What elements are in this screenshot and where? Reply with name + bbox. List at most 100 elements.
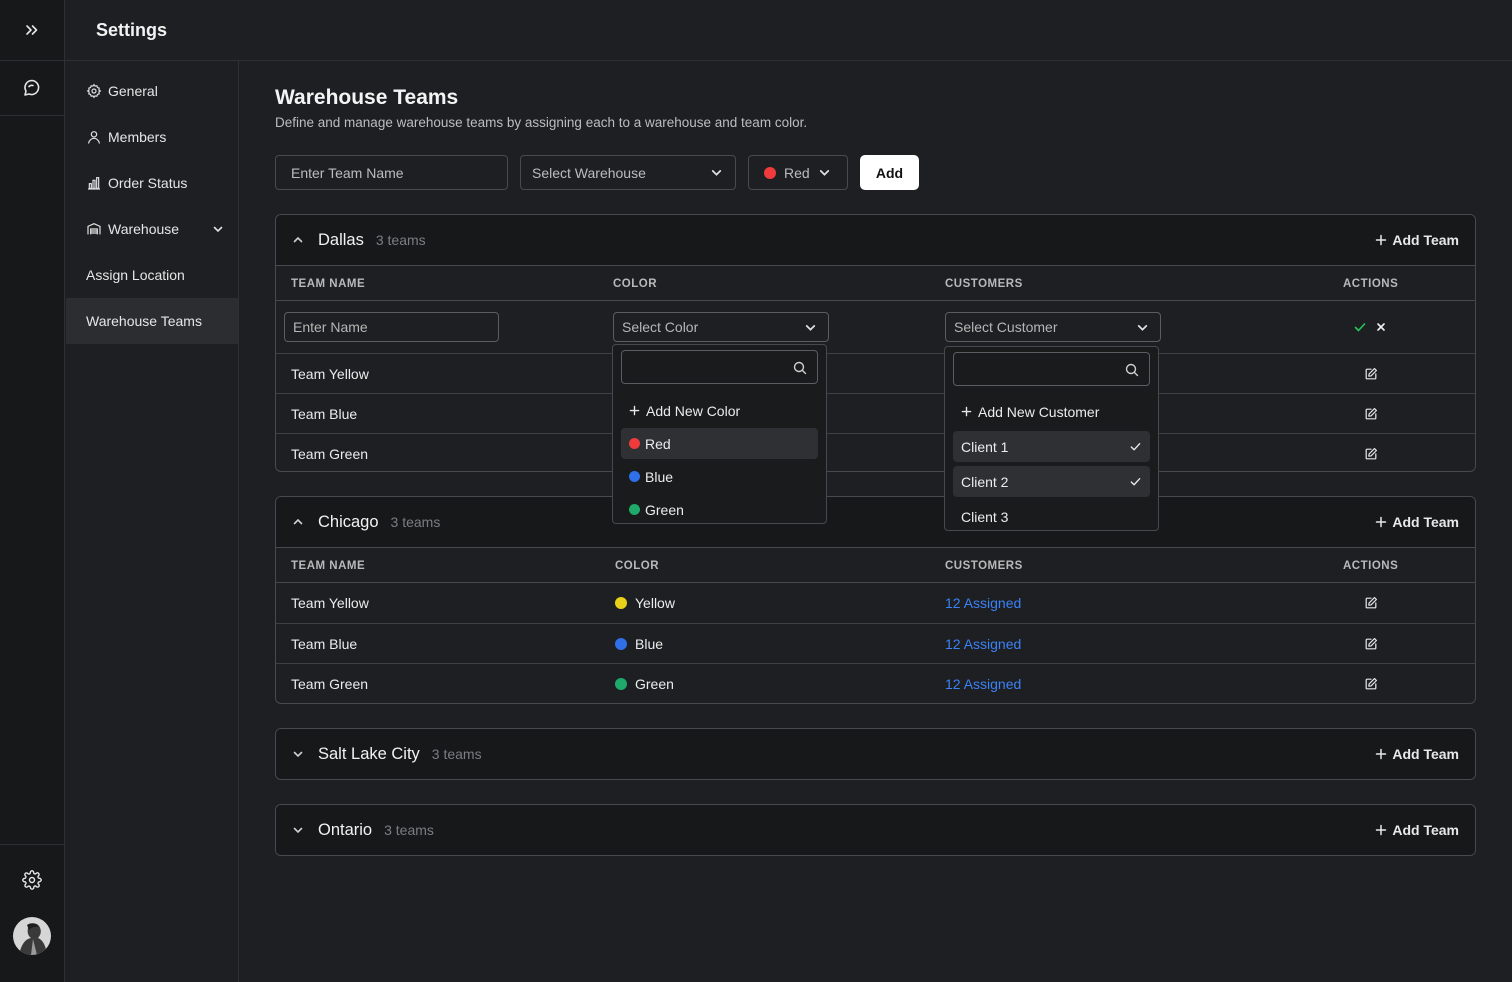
chevron-down-icon xyxy=(293,751,303,758)
yellow-dot-icon xyxy=(615,597,627,609)
color-select[interactable]: Red xyxy=(748,155,848,190)
section-name: Dallas xyxy=(318,230,364,249)
edit-button[interactable] xyxy=(1364,624,1378,664)
settings-sidebar: General Members Order Status Warehouse A… xyxy=(65,61,239,982)
color-cell: Yellow xyxy=(615,583,675,623)
table-header: TEAM NAME COLOR CUSTOMERS ACTIONS xyxy=(276,547,1475,583)
plus-icon xyxy=(1376,516,1387,528)
sidebar-item-warehouse-teams[interactable]: Warehouse Teams xyxy=(66,298,238,344)
edit-button[interactable] xyxy=(1364,583,1378,623)
color-option-label: Blue xyxy=(645,468,674,485)
customer-search-input[interactable] xyxy=(953,352,1150,386)
edit-button[interactable] xyxy=(1364,664,1378,703)
sidebar-item-members[interactable]: Members xyxy=(66,114,238,160)
sidebar-item-label: Order Status xyxy=(108,175,188,191)
section-name: Chicago xyxy=(318,512,379,531)
sidebar-item-general[interactable]: General xyxy=(66,68,238,114)
section-header[interactable]: Salt Lake City 3 teams Add Team xyxy=(276,729,1475,779)
sidebar-item-order-status[interactable]: Order Status xyxy=(66,160,238,206)
new-team-color-select[interactable]: Select Color xyxy=(613,312,829,342)
team-name-cell: Team Blue xyxy=(291,406,358,422)
customer-dropdown: Add New Customer Client 1 Client 2 Clien… xyxy=(944,346,1159,531)
chevron-down-icon xyxy=(1137,324,1148,331)
customer-option-label: Client 3 xyxy=(961,508,1009,525)
user-icon xyxy=(88,131,100,144)
customer-option-client-1[interactable]: Client 1 xyxy=(953,431,1150,462)
gear-icon xyxy=(86,83,102,99)
plus-icon xyxy=(629,405,640,416)
check-icon xyxy=(1354,323,1366,332)
color-label: Green xyxy=(635,676,674,692)
color-search-input[interactable] xyxy=(621,350,818,384)
col-customers: CUSTOMERS xyxy=(945,278,1023,290)
color-label: Yellow xyxy=(635,595,675,611)
green-dot-icon xyxy=(615,678,627,690)
edit-button[interactable] xyxy=(1364,394,1378,434)
color-option-green[interactable]: Green xyxy=(621,494,818,525)
add-team-label: Add Team xyxy=(1392,746,1459,762)
add-team-button[interactable]: Add Team xyxy=(1375,497,1459,547)
section-header[interactable]: Dallas 3 teams Add Team xyxy=(276,215,1475,265)
rail-divider xyxy=(0,844,64,845)
sidebar-item-label: General xyxy=(108,83,158,99)
new-team-name-input[interactable]: Enter Name xyxy=(284,312,499,342)
edit-button[interactable] xyxy=(1364,434,1378,471)
user-avatar-button[interactable] xyxy=(0,916,64,956)
cancel-button[interactable] xyxy=(1375,307,1387,347)
app-title: Settings xyxy=(96,19,168,40)
edit-icon xyxy=(1365,367,1378,380)
plus-icon xyxy=(961,406,972,417)
section-header[interactable]: Chicago 3 teams Add Team xyxy=(276,497,1475,547)
customers-link[interactable]: 12 Assigned xyxy=(945,624,1021,664)
plus-icon xyxy=(1376,234,1387,246)
sidebar-item-label: Warehouse xyxy=(108,221,180,237)
table-row: Team Yellow xyxy=(276,353,1475,393)
team-name-cell: Team Green xyxy=(291,676,369,692)
check-icon xyxy=(1130,443,1141,451)
customer-option-client-3[interactable]: Client 3 xyxy=(953,501,1150,532)
chat-button[interactable] xyxy=(0,61,64,116)
team-name-input[interactable]: Enter Team Name xyxy=(275,155,508,190)
add-team-button[interactable]: Add Team xyxy=(1375,729,1459,779)
section-count: 3 teams xyxy=(431,746,482,762)
plus-icon xyxy=(1376,824,1387,836)
sidebar-item-warehouse[interactable]: Warehouse xyxy=(66,206,238,252)
color-option-blue[interactable]: Blue xyxy=(621,461,818,492)
section-header[interactable]: Ontario 3 teams Add Team xyxy=(276,805,1475,855)
section-count: 3 teams xyxy=(390,514,441,530)
add-new-customer-option[interactable]: Add New Customer xyxy=(953,396,1150,427)
add-team-label: Add Team xyxy=(1392,514,1459,530)
warehouse-select[interactable]: Select Warehouse xyxy=(520,155,736,190)
red-dot-icon xyxy=(764,166,776,179)
edit-icon xyxy=(1365,407,1378,420)
chevron-down-icon xyxy=(711,170,722,176)
add-button[interactable]: Add xyxy=(860,155,919,190)
table-row: Team Blue xyxy=(276,393,1475,433)
sidebar-item-assign-location[interactable]: Assign Location xyxy=(66,252,238,298)
customers-link[interactable]: 12 Assigned xyxy=(945,583,1021,623)
expand-rail-button[interactable] xyxy=(0,0,64,61)
new-team-row: Enter Name Select Color Select Customer xyxy=(276,301,1475,353)
add-team-button[interactable]: Add Team xyxy=(1375,215,1459,265)
customers-link[interactable]: 12 Assigned xyxy=(945,664,1021,703)
edit-button[interactable] xyxy=(1364,354,1378,394)
customer-option-label: Client 2 xyxy=(961,473,1009,490)
customer-option-client-2[interactable]: Client 2 xyxy=(953,466,1150,497)
chevron-down-icon xyxy=(805,324,816,331)
col-actions: ACTIONS xyxy=(1343,278,1399,290)
table-row: Team Blue Blue 12 Assigned xyxy=(276,623,1475,663)
confirm-button[interactable] xyxy=(1353,307,1367,347)
color-option-label: Red xyxy=(645,435,671,452)
add-team-label: Add Team xyxy=(1392,232,1459,248)
chevron-up-icon xyxy=(293,518,303,525)
edit-icon xyxy=(1365,677,1378,690)
add-team-button[interactable]: Add Team xyxy=(1375,805,1459,855)
section-name: Ontario xyxy=(318,820,373,839)
rail-settings-button[interactable] xyxy=(0,866,64,894)
add-new-color-option[interactable]: Add New Color xyxy=(621,395,818,426)
new-team-customer-select[interactable]: Select Customer xyxy=(945,312,1161,342)
sidebar-item-label: Warehouse Teams xyxy=(86,313,202,329)
table-header: TEAM NAME COLOR CUSTOMERS ACTIONS xyxy=(276,265,1475,301)
color-option-red[interactable]: Red xyxy=(621,428,818,459)
col-color: COLOR xyxy=(615,560,660,572)
